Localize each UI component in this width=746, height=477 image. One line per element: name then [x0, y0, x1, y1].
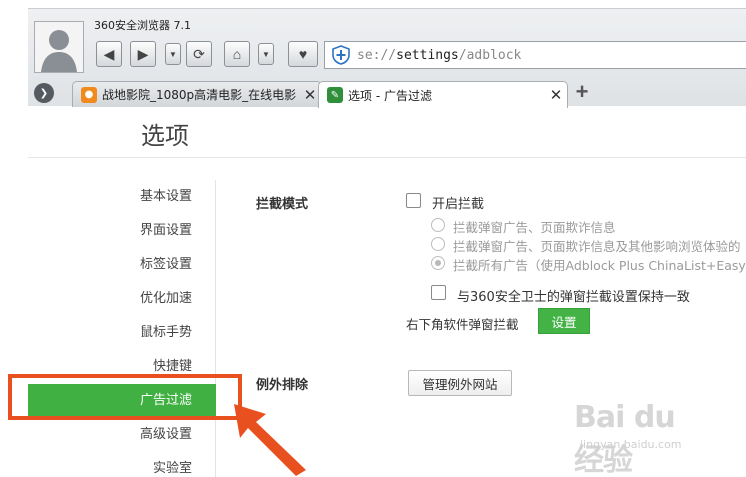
enable-block-label[interactable]: 开启拦截: [432, 193, 484, 212]
tab-label: 战地影院_1080p高清电影_在线电影: [102, 88, 297, 102]
user-silhouette-icon: [35, 22, 83, 72]
sidebar-item-basic[interactable]: 基本设置: [28, 180, 216, 214]
mode-label-popup-extended: 拦截弹窗广告、页面欺诈信息及其他影响浏览体验的: [453, 239, 741, 254]
film-reel-icon: ●: [81, 86, 97, 103]
forward-button[interactable]: ▶: [130, 41, 156, 67]
annotation-arrow-icon: [234, 404, 306, 476]
mode-radio-all-ads[interactable]: [431, 256, 445, 270]
favorites-button[interactable]: ♥: [288, 41, 318, 67]
tab-options-adblock[interactable]: ✎ 选项 - 广告过滤 ✕: [318, 81, 568, 108]
reload-button[interactable]: ⟳: [186, 41, 212, 67]
software-popup-label: 右下角软件弹窗拦截: [406, 317, 519, 332]
tab-list-button[interactable]: ❯: [34, 83, 54, 103]
home-icon: ⌂: [232, 46, 242, 62]
mode-label-all-ads: 拦截所有广告（使用Adblock Plus ChinaList+Easy: [453, 258, 746, 273]
chevron-down-icon: ▼: [169, 49, 177, 59]
popup-settings-button[interactable]: 设置: [538, 308, 590, 334]
mode-label-popup: 拦截弹窗广告、页面欺诈信息: [453, 220, 616, 235]
browser-chrome: 360安全浏览器 7.1 ◀ ▶ ▼ ⟳ ⌂ ▼ ♥ se://settings…: [28, 8, 746, 108]
sidebar-item-interface[interactable]: 界面设置: [28, 214, 216, 248]
sidebar-item-tabs[interactable]: 标签设置: [28, 248, 216, 282]
back-button[interactable]: ◀: [96, 41, 122, 67]
close-icon[interactable]: ✕: [545, 86, 567, 104]
manage-exceptions-button[interactable]: 管理例外网站: [408, 370, 512, 396]
url-host: settings: [396, 47, 459, 63]
heart-icon: ♥: [298, 46, 308, 62]
tab-bar: ❯ ● 战地影院_1080p高清电影_在线电影 ✕ ✎ 选项 - 广告过滤 ✕ …: [28, 79, 746, 108]
home-menu-button[interactable]: ▼: [258, 43, 274, 65]
enable-block-checkbox[interactable]: [406, 193, 421, 208]
sync-360-checkbox[interactable]: [431, 285, 446, 300]
back-icon: ◀: [103, 45, 115, 62]
user-avatar[interactable]: [34, 21, 84, 73]
mode-radio-popup[interactable]: [431, 218, 445, 232]
url-text: se://settings/adblock: [357, 48, 521, 63]
shield-icon: [332, 45, 350, 65]
reload-icon: ⟳: [193, 45, 205, 62]
home-button[interactable]: ⌂: [224, 41, 250, 67]
url-scheme: se://: [357, 47, 397, 63]
tab-movie-site[interactable]: ● 战地影院_1080p高清电影_在线电影 ✕: [72, 81, 322, 107]
wrench-icon: ✎: [327, 87, 343, 103]
sidebar-item-optimize[interactable]: 优化加速: [28, 282, 216, 316]
url-path: /adblock: [458, 47, 522, 63]
mode-radio-popup-extended[interactable]: [431, 237, 445, 251]
chevron-right-icon: ❯: [39, 87, 49, 99]
sidebar-item-mouse-gestures[interactable]: 鼠标手势: [28, 316, 216, 350]
chevron-down-icon: ▼: [262, 49, 270, 59]
settings-sidebar: 基本设置 界面设置 标签设置 优化加速 鼠标手势 快捷键 广告过滤 高级设置 实…: [28, 180, 216, 477]
title-divider: [28, 157, 746, 158]
exceptions-label: 例外排除: [256, 378, 309, 393]
annotation-highlight-box: [8, 374, 242, 420]
watermark-sub: jingyan.baidu.com: [580, 438, 682, 451]
sidebar-item-lab[interactable]: 实验室: [28, 452, 216, 477]
baidu-watermark: Bai du 经验 jingyan.baidu.com: [560, 400, 710, 477]
forward-icon: ▶: [137, 45, 149, 62]
page-title: 选项: [141, 122, 189, 150]
app-title: 360安全浏览器 7.1: [94, 19, 191, 32]
address-bar[interactable]: se://settings/adblock: [324, 41, 746, 69]
sync-360-label[interactable]: 与360安全卫士的弹窗拦截设置保持一致: [457, 286, 690, 305]
sidebar-item-advanced[interactable]: 高级设置: [28, 418, 216, 452]
tab-label: 选项 - 广告过滤: [348, 88, 432, 103]
forward-menu-button[interactable]: ▼: [165, 43, 181, 65]
new-tab-button[interactable]: +: [572, 81, 592, 103]
block-mode-label: 拦截模式: [256, 197, 309, 212]
